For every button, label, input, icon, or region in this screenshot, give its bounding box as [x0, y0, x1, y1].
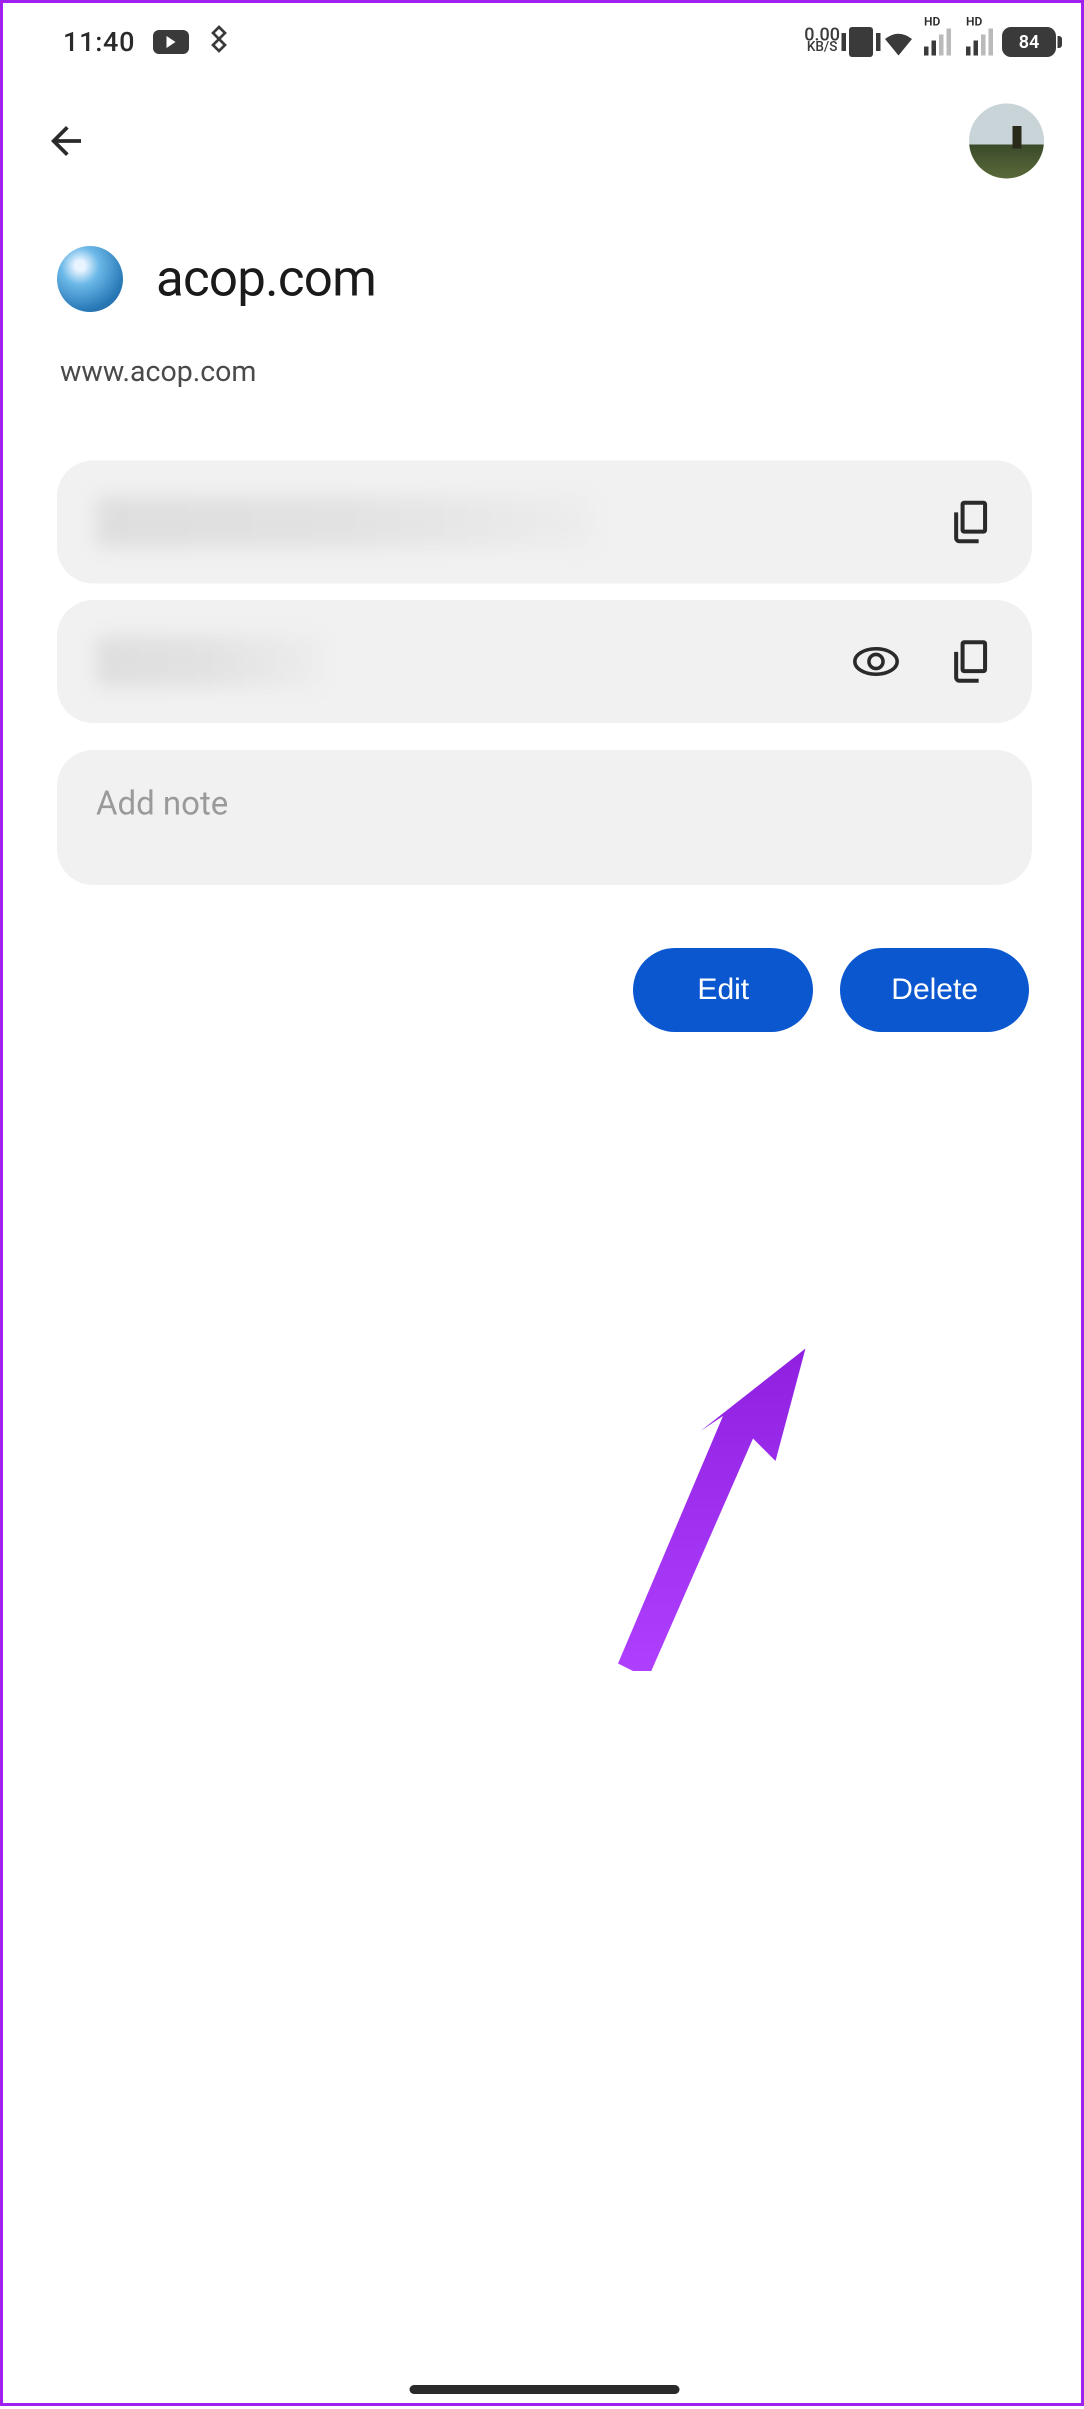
username-field[interactable]: [57, 461, 1032, 584]
signal-2: HD: [966, 29, 993, 56]
youtube-icon: [153, 30, 189, 54]
username-value-redacted: [96, 497, 591, 548]
delete-button[interactable]: Delete: [840, 948, 1029, 1032]
button-row: Edit Delete: [57, 948, 1032, 1032]
edit-button[interactable]: Edit: [633, 948, 813, 1032]
note-field[interactable]: Add note: [57, 750, 1032, 885]
back-button[interactable]: [39, 114, 93, 168]
site-url: www.acop.com: [57, 354, 1032, 389]
signal-1: HD: [924, 29, 951, 56]
password-field[interactable]: [57, 600, 1032, 723]
password-value-redacted: [96, 636, 321, 687]
main-content: acop.com www.acop.com: [3, 201, 1084, 1032]
battery-indicator: 84: [1002, 27, 1056, 57]
show-password-button[interactable]: [852, 638, 900, 686]
profile-avatar[interactable]: [969, 104, 1044, 179]
wifi-icon: [882, 26, 915, 59]
status-bar: 11:40 0.00 KB/S HD HD: [3, 3, 1084, 81]
note-placeholder: Add note: [96, 786, 228, 824]
data-rate: 0.00 KB/S: [804, 29, 840, 56]
site-name: acop.com: [156, 249, 376, 309]
copy-password-button[interactable]: [945, 638, 993, 686]
annotation-arrow: [596, 1341, 836, 1671]
fit-icon: [207, 23, 231, 61]
status-clock: 11:40: [63, 26, 135, 58]
site-favicon: [57, 246, 123, 312]
nav-handle[interactable]: [410, 2385, 680, 2394]
site-header: acop.com: [57, 246, 1032, 312]
vibrate-icon: [849, 27, 873, 57]
app-bar: [3, 81, 1084, 201]
copy-username-button[interactable]: [945, 498, 993, 546]
